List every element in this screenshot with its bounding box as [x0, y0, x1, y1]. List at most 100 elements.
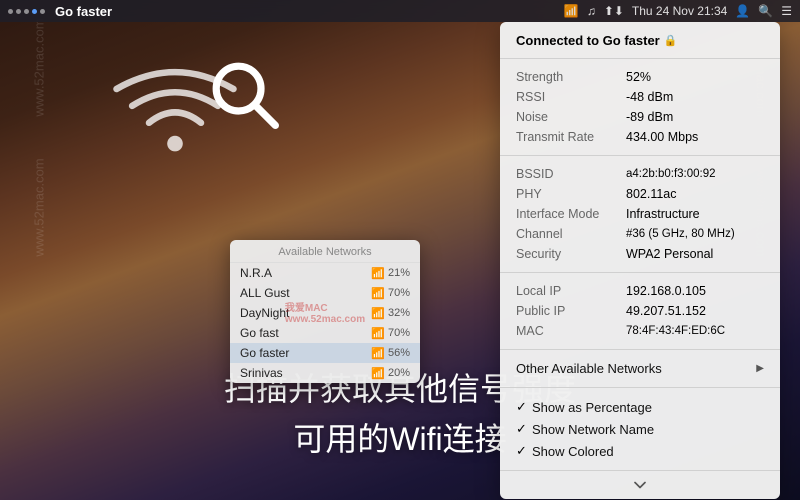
- network-row-gofast[interactable]: Go fast 📶 70%: [230, 323, 420, 343]
- wifi-menubar-icon[interactable]: 📶: [564, 4, 579, 18]
- security-value: WPA2 Personal: [626, 247, 713, 261]
- options-section: ✓ Show as Percentage ✓ Show Network Name…: [500, 388, 780, 471]
- menubar-left: Go faster: [8, 4, 112, 19]
- music-menubar-icon[interactable]: ♫: [587, 4, 596, 18]
- network-pct-gofaster: 56%: [388, 347, 410, 359]
- rssi-row: RSSI -48 dBm: [500, 87, 780, 107]
- phy-label: PHY: [516, 187, 626, 201]
- network-pct-daynight: 32%: [388, 307, 410, 319]
- rssi-label: RSSI: [516, 90, 626, 104]
- connected-header-row: Connected to Go faster 🔒: [500, 30, 780, 50]
- network-pct-srinivas: 20%: [388, 367, 410, 379]
- network-row-daynight[interactable]: DayNight 📶 32%: [230, 303, 420, 323]
- dot3: [24, 9, 29, 14]
- menubar: Go faster 📶 ♫ ⬆⬇ Thu 24 Nov 21:34 👤 🔍 ☰: [0, 0, 800, 22]
- publicip-row: Public IP 49.207.51.152: [500, 301, 780, 321]
- show-percentage-item[interactable]: ✓ Show as Percentage: [500, 396, 780, 418]
- signal-icon-gofast: 📶: [371, 327, 385, 340]
- network-signal-daynight: 📶 32%: [371, 307, 410, 320]
- connected-section: Connected to Go faster 🔒: [500, 22, 780, 59]
- publicip-value: 49.207.51.152: [626, 304, 706, 318]
- network-row-nra[interactable]: N.R.A 📶 21%: [230, 263, 420, 283]
- dot5: [40, 9, 45, 14]
- network-signal-gofaster: 📶 56%: [371, 347, 410, 360]
- bssid-label: BSSID: [516, 167, 626, 181]
- app-name[interactable]: Go faster: [55, 4, 112, 19]
- signal-icon-daynight: 📶: [371, 307, 385, 320]
- menubar-right: 📶 ♫ ⬆⬇ Thu 24 Nov 21:34 👤 🔍 ☰: [564, 4, 792, 18]
- network-row-gofaster[interactable]: Go faster 📶 56%: [230, 343, 420, 363]
- dot2: [16, 9, 21, 14]
- transmit-value: 434.00 Mbps: [626, 130, 698, 144]
- localip-value: 192.168.0.105: [626, 284, 706, 298]
- chevron-down-icon: [630, 475, 650, 495]
- show-network-name-label: Show Network Name: [532, 422, 654, 437]
- noise-value: -89 dBm: [626, 110, 673, 124]
- networks-panel: Available Networks 我爱MACwww.52mac.com N.…: [230, 240, 420, 383]
- network-name-srinivas: Srinivas: [240, 366, 371, 380]
- bssid-value: a4:2b:b0:f3:00:92: [626, 168, 716, 180]
- network-signal-srinivas: 📶 20%: [371, 367, 410, 380]
- other-networks-label: Other Available Networks: [516, 361, 662, 376]
- network-name-gofast: Go fast: [240, 326, 371, 340]
- localip-row: Local IP 192.168.0.105: [500, 281, 780, 301]
- interface-label: Interface Mode: [516, 207, 626, 221]
- search-background-icon: [205, 55, 285, 140]
- menu-menubar-icon[interactable]: ☰: [781, 4, 792, 18]
- user-menubar-icon[interactable]: 👤: [735, 4, 750, 18]
- bssid-row: BSSID a4:2b:b0:f3:00:92: [500, 164, 780, 184]
- dot4: [32, 9, 37, 14]
- network-name-allgust: ALL Gust: [240, 286, 371, 300]
- strength-label: Strength: [516, 70, 626, 84]
- lock-icon: 🔒: [664, 34, 678, 47]
- ip-section: Local IP 192.168.0.105 Public IP 49.207.…: [500, 273, 780, 350]
- transmit-label: Transmit Rate: [516, 130, 626, 144]
- other-networks-item[interactable]: Other Available Networks ▶: [500, 358, 780, 379]
- signal-icon-srinivas: 📶: [371, 367, 385, 380]
- search-menubar-icon[interactable]: 🔍: [758, 4, 773, 18]
- noise-label: Noise: [516, 110, 626, 124]
- show-percentage-check: ✓: [516, 399, 532, 415]
- interface-row: Interface Mode Infrastructure: [500, 204, 780, 224]
- menubar-datetime: Thu 24 Nov 21:34: [632, 4, 727, 18]
- scroll-down-button[interactable]: [500, 471, 780, 499]
- network-pct-gofast: 70%: [388, 327, 410, 339]
- signal-icon-allgust: 📶: [371, 287, 385, 300]
- other-networks-section: Other Available Networks ▶: [500, 350, 780, 388]
- interface-value: Infrastructure: [626, 207, 700, 221]
- network-signal-nra: 📶 21%: [371, 267, 410, 280]
- strength-row: Strength 52%: [500, 67, 780, 87]
- submenu-arrow-icon: ▶: [756, 363, 764, 374]
- signal-icon-gofaster: 📶: [371, 347, 385, 360]
- network-pct-nra: 21%: [388, 267, 410, 279]
- network-menubar-icon[interactable]: ⬆⬇: [604, 4, 624, 18]
- networks-panel-header: Available Networks: [230, 240, 420, 263]
- security-label: Security: [516, 247, 626, 261]
- network-signal-allgust: 📶 70%: [371, 287, 410, 300]
- transmit-row: Transmit Rate 434.00 Mbps: [500, 127, 780, 147]
- publicip-label: Public IP: [516, 304, 626, 318]
- connected-label: Connected to Go faster: [516, 33, 660, 48]
- channel-label: Channel: [516, 227, 626, 241]
- network-name-nra: N.R.A: [240, 266, 371, 280]
- phy-value: 802.11ac: [626, 187, 677, 201]
- signal-icon-nra: 📶: [371, 267, 385, 280]
- network-row-allgust[interactable]: ALL Gust 📶 70%: [230, 283, 420, 303]
- channel-row: Channel #36 (5 GHz, 80 MHz): [500, 224, 780, 244]
- show-colored-label: Show Colored: [532, 444, 614, 459]
- show-colored-item[interactable]: ✓ Show Colored: [500, 440, 780, 462]
- strength-value: 52%: [626, 70, 651, 84]
- rssi-value: -48 dBm: [626, 90, 673, 104]
- show-network-name-item[interactable]: ✓ Show Network Name: [500, 418, 780, 440]
- mac-row: MAC 78:4F:43:4F:ED:6C: [500, 321, 780, 341]
- show-percentage-label: Show as Percentage: [532, 400, 652, 415]
- show-colored-check: ✓: [516, 443, 532, 459]
- localip-label: Local IP: [516, 284, 626, 298]
- wifi-dropdown-panel: Connected to Go faster 🔒 Strength 52% RS…: [500, 22, 780, 499]
- network-pct-allgust: 70%: [388, 287, 410, 299]
- security-row: Security WPA2 Personal: [500, 244, 780, 264]
- menubar-dots: [8, 9, 45, 14]
- network-row-srinivas[interactable]: Srinivas 📶 20%: [230, 363, 420, 383]
- signal-stats-section: Strength 52% RSSI -48 dBm Noise -89 dBm …: [500, 59, 780, 156]
- mac-label: MAC: [516, 324, 626, 338]
